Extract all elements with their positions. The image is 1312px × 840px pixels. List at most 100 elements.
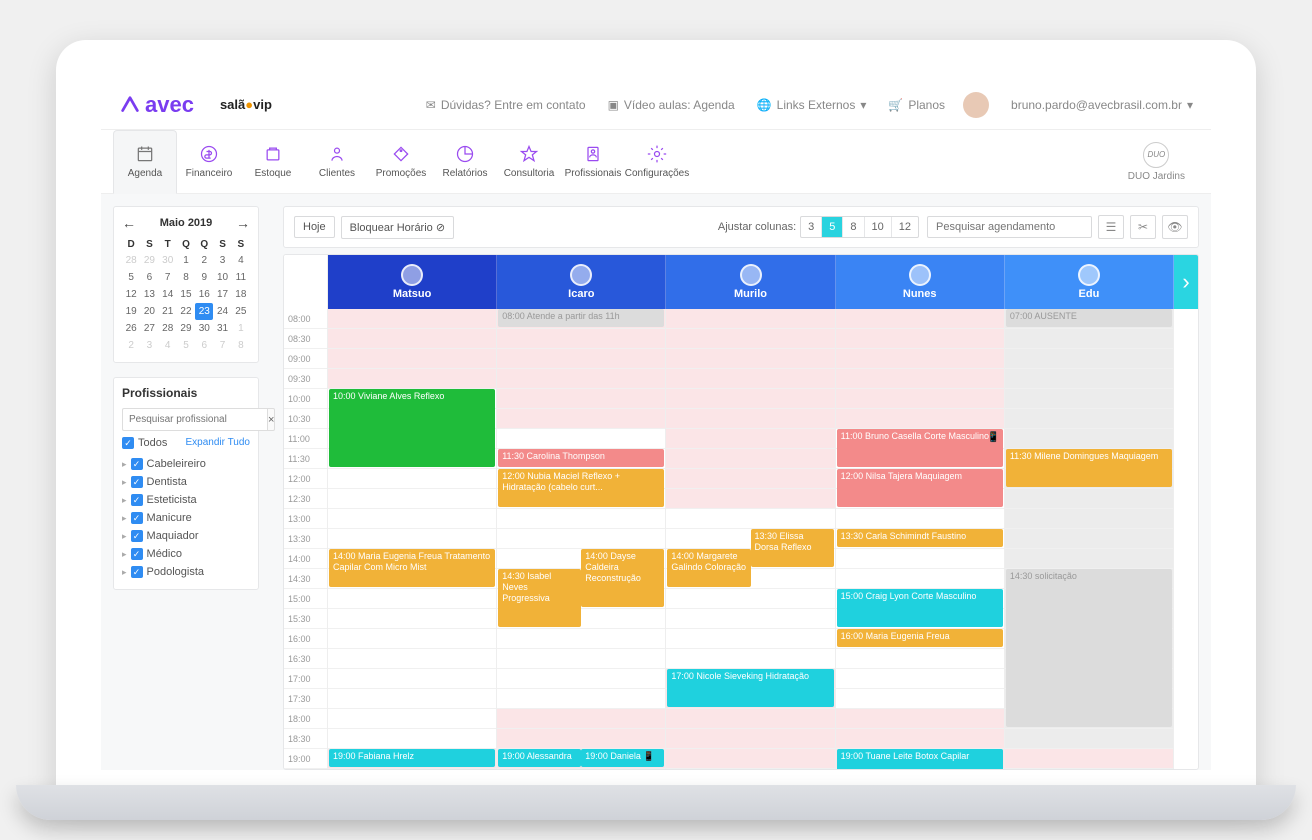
- prof-header[interactable]: Matsuo: [328, 255, 497, 309]
- cal-day[interactable]: 6: [195, 337, 213, 354]
- nav-relatorios[interactable]: Relatórios: [433, 130, 497, 194]
- col-option-5[interactable]: 5: [822, 217, 843, 237]
- cal-day[interactable]: 28: [159, 320, 177, 337]
- col-option-10[interactable]: 10: [865, 217, 892, 237]
- appointment[interactable]: 14:00 Margarete Galindo Coloração: [667, 549, 750, 587]
- cal-day[interactable]: 6: [140, 269, 158, 286]
- cal-day[interactable]: 4: [232, 252, 250, 269]
- appointment[interactable]: 14:00 Dayse Caldeira Reconstrução: [581, 549, 664, 607]
- nav-clientes[interactable]: Clientes: [305, 130, 369, 194]
- search-professional-input[interactable]: [122, 408, 267, 431]
- nav-consultoria[interactable]: Consultoria: [497, 130, 561, 194]
- cal-day[interactable]: 5: [122, 269, 140, 286]
- cal-day[interactable]: 18: [232, 286, 250, 303]
- appointment[interactable]: 19:00 Tuane Leite Botox Capilar: [837, 749, 1003, 769]
- cal-day[interactable]: 2: [195, 252, 213, 269]
- cal-day[interactable]: 3: [140, 337, 158, 354]
- appointment[interactable]: 15:00 Craig Lyon Corte Masculino: [837, 589, 1003, 627]
- prof-column[interactable]: 11:00 Bruno Casella Corte Masculino📱12:0…: [836, 309, 1005, 769]
- col-option-8[interactable]: 8: [843, 217, 864, 237]
- appointment[interactable]: 13:30 Carla Schimindt Faustino: [837, 529, 1003, 547]
- prof-category[interactable]: ▸✓ Maquiador: [122, 527, 250, 545]
- cal-next[interactable]: →: [236, 215, 250, 231]
- cal-day[interactable]: 4: [159, 337, 177, 354]
- col-option-12[interactable]: 12: [892, 217, 918, 237]
- cal-day[interactable]: 5: [177, 337, 195, 354]
- appointment[interactable]: 17:00 Nicole Sieveking Hidratação: [667, 669, 833, 707]
- prof-column[interactable]: 08:00 Atende a partir das 11h 11:30 Carol…: [497, 309, 666, 769]
- company-badge[interactable]: DUO DUO Jardins: [1128, 142, 1185, 182]
- nav-profissionais[interactable]: Profissionais: [561, 130, 625, 194]
- cal-day[interactable]: 31: [213, 320, 231, 337]
- appointment[interactable]: 19:00 Alessandra: [498, 749, 581, 767]
- appointment[interactable]: 12:00 Nubia Maciel Reflexo + Hidratação …: [498, 469, 664, 507]
- user-avatar[interactable]: [963, 92, 989, 118]
- appointment[interactable]: 08:00 Atende a partir das 11h: [498, 309, 664, 327]
- prof-header[interactable]: Murilo: [666, 255, 835, 309]
- appointment[interactable]: 19:00 Fabiana Hrelz: [329, 749, 495, 767]
- cal-day[interactable]: 26: [122, 320, 140, 337]
- cal-day[interactable]: 1: [177, 252, 195, 269]
- appointment[interactable]: 11:00 Bruno Casella Corte Masculino📱: [837, 429, 1003, 467]
- appointment[interactable]: 14:30 solicitação: [1006, 569, 1172, 727]
- search-appointment-input[interactable]: [927, 216, 1092, 238]
- appointment[interactable]: 14:30 Isabel Neves Progressiva: [498, 569, 581, 627]
- cal-day[interactable]: 9: [195, 269, 213, 286]
- appointment[interactable]: 14:00 Maria Eugenia Freua Tratamento Cap…: [329, 549, 495, 587]
- prof-header[interactable]: Edu: [1005, 255, 1174, 309]
- appointment[interactable]: 10:00 Viviane Alves Reflexo: [329, 389, 495, 467]
- cal-day[interactable]: 15: [177, 286, 195, 303]
- nav-agenda[interactable]: Agenda: [113, 130, 177, 194]
- cal-day[interactable]: 19: [122, 303, 140, 320]
- external-links[interactable]: 🌐 Links Externos ▾: [757, 98, 867, 112]
- expand-all[interactable]: Expandir Tudo: [186, 437, 251, 449]
- cal-day[interactable]: 17: [213, 286, 231, 303]
- appointment[interactable]: 19:00 Daniela 📱: [581, 749, 664, 767]
- cal-day[interactable]: 2: [122, 337, 140, 354]
- prof-category[interactable]: ▸✓ Manicure: [122, 509, 250, 527]
- cal-day[interactable]: 24: [213, 303, 231, 320]
- tools-icon[interactable]: ✂: [1130, 215, 1156, 239]
- prof-category[interactable]: ▸✓ Médico: [122, 545, 250, 563]
- prof-category[interactable]: ▸✓ Dentista: [122, 473, 250, 491]
- logo-salaovip[interactable]: salã●vip: [220, 97, 272, 112]
- cal-day[interactable]: 27: [140, 320, 158, 337]
- cal-day[interactable]: 10: [213, 269, 231, 286]
- cal-day[interactable]: 25: [232, 303, 250, 320]
- cal-day[interactable]: 20: [140, 303, 158, 320]
- prof-column[interactable]: 07:00 AUSENTE 11:30 Milene Domingues Maqu…: [1005, 309, 1174, 769]
- cal-day[interactable]: 11: [232, 269, 250, 286]
- prof-category[interactable]: ▸✓ Cabeleireiro: [122, 455, 250, 473]
- prof-all[interactable]: ✓ Todos: [122, 437, 167, 449]
- cal-day[interactable]: 12: [122, 286, 140, 303]
- video-link[interactable]: ▣ Vídeo aulas: Agenda: [608, 98, 735, 112]
- cal-day[interactable]: 28: [122, 252, 140, 269]
- cal-day[interactable]: 23: [195, 303, 213, 320]
- prof-column[interactable]: 13:30 Elissa Dorsa Reflexo14:00 Margaret…: [666, 309, 835, 769]
- cal-day[interactable]: 16: [195, 286, 213, 303]
- nav-config[interactable]: Configurações: [625, 130, 689, 194]
- cal-day[interactable]: 8: [232, 337, 250, 354]
- cal-day[interactable]: 1: [232, 320, 250, 337]
- block-time-button[interactable]: Bloquear Horário ⊘: [341, 216, 454, 239]
- cal-day[interactable]: 29: [140, 252, 158, 269]
- visibility-icon[interactable]: 👁: [1162, 215, 1188, 239]
- cal-day[interactable]: 7: [159, 269, 177, 286]
- nav-financeiro[interactable]: Financeiro: [177, 130, 241, 194]
- appointment[interactable]: 07:00 AUSENTE: [1006, 309, 1172, 327]
- prof-header[interactable]: Icaro: [497, 255, 666, 309]
- list-view-icon[interactable]: ☰: [1098, 215, 1124, 239]
- cal-day[interactable]: 8: [177, 269, 195, 286]
- cal-day[interactable]: 14: [159, 286, 177, 303]
- cal-day[interactable]: 3: [213, 252, 231, 269]
- cal-day[interactable]: 13: [140, 286, 158, 303]
- appointment[interactable]: 11:30 Carolina Thompson: [498, 449, 664, 467]
- next-profs[interactable]: ›: [1174, 255, 1198, 309]
- cal-day[interactable]: 21: [159, 303, 177, 320]
- nav-promocoes[interactable]: Promoções: [369, 130, 433, 194]
- cal-day[interactable]: 29: [177, 320, 195, 337]
- user-menu[interactable]: bruno.pardo@avecbrasil.com.br ▾: [1011, 98, 1193, 112]
- cal-day[interactable]: 22: [177, 303, 195, 320]
- appointment[interactable]: 11:30 Milene Domingues Maquiagem: [1006, 449, 1172, 487]
- plans-link[interactable]: 🛒 Planos: [888, 98, 945, 112]
